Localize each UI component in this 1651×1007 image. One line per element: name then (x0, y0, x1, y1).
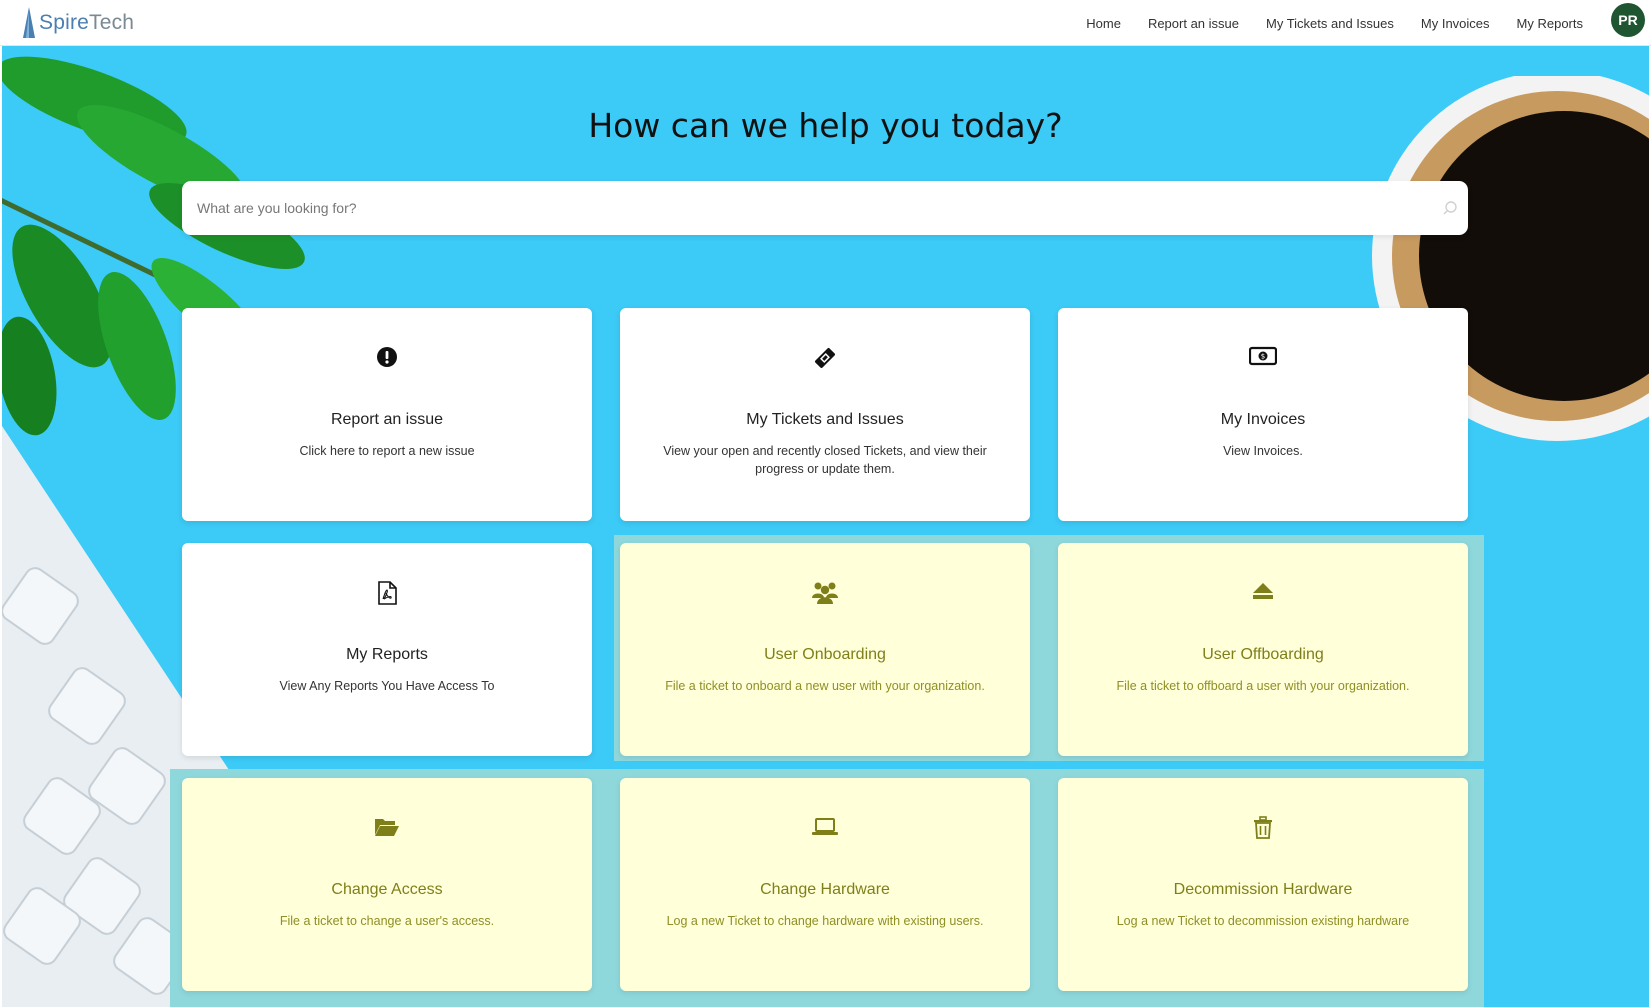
card-description: File a ticket to change a user's access. (279, 914, 495, 928)
card-description: View Invoices. (1223, 444, 1303, 458)
nav-home[interactable]: Home (1086, 16, 1121, 31)
card-change-access[interactable]: Change Access File a ticket to change a … (182, 778, 592, 991)
card-decommission-hardware[interactable]: Decommission Hardware Log a new Ticket t… (1058, 778, 1468, 991)
card-user-offboarding[interactable]: User Offboarding File a ticket to offboa… (1058, 543, 1468, 756)
card-title: User Offboarding (1202, 646, 1324, 663)
card-description: View your open and recently closed Ticke… (663, 444, 987, 476)
card-title: My Reports (346, 646, 428, 663)
spire-logo-icon (23, 7, 35, 38)
card-description: Log a new Ticket to decommission existin… (1116, 914, 1410, 928)
card-title: Change Access (331, 881, 443, 898)
svg-text:$: $ (1261, 353, 1265, 361)
folder-open-icon (182, 816, 592, 840)
spiretech-logo[interactable]: SpireTech (22, 6, 134, 40)
card-title: Change Hardware (760, 881, 890, 898)
search-bar (182, 181, 1468, 235)
logo-brand-a: Spire (39, 11, 90, 34)
card-title: Decommission Hardware (1173, 881, 1353, 898)
search-icon[interactable] (1442, 200, 1458, 216)
card-title: My Tickets and Issues (746, 411, 904, 428)
money-bill-icon: $ (1058, 346, 1468, 370)
search-input[interactable] (197, 188, 1397, 228)
nav-my-reports[interactable]: My Reports (1517, 16, 1583, 31)
card-my-invoices[interactable]: $ My Invoices View Invoices. (1058, 308, 1468, 521)
logo-brand-b: Tech (89, 11, 135, 34)
hero-section: How can we help you today? Report an iss… (2, 46, 1649, 1007)
logo-text: SpireTech (39, 11, 134, 35)
pdf-file-icon (182, 581, 592, 605)
card-description: File a ticket to onboard a new user with… (665, 679, 985, 693)
top-header: SpireTech Home Report an issue My Ticket… (0, 0, 1651, 46)
trash-icon (1058, 816, 1468, 840)
card-report-issue[interactable]: Report an issue Click here to report a n… (182, 308, 592, 521)
card-title: Report an issue (330, 411, 444, 428)
nav-my-tickets[interactable]: My Tickets and Issues (1266, 16, 1394, 31)
card-user-onboarding[interactable]: User Onboarding File a ticket to onboard… (620, 543, 1030, 756)
card-title: My Invoices (1220, 411, 1306, 428)
users-icon (620, 581, 1030, 605)
ticket-icon (620, 346, 1030, 370)
card-description: File a ticket to offboard a user with yo… (1116, 679, 1410, 693)
user-avatar[interactable]: PR (1611, 3, 1645, 37)
card-description: Log a new Ticket to change hardware with… (666, 914, 984, 928)
eject-icon (1058, 581, 1468, 605)
card-description: View Any Reports You Have Access To (279, 679, 495, 693)
laptop-icon (620, 816, 1030, 840)
card-description: Click here to report a new issue (299, 444, 475, 458)
card-my-reports[interactable]: My Reports View Any Reports You Have Acc… (182, 543, 592, 756)
page-headline: How can we help you today? (588, 106, 1063, 145)
card-title: User Onboarding (764, 646, 886, 663)
nav-my-invoices[interactable]: My Invoices (1421, 16, 1490, 31)
nav-report-issue[interactable]: Report an issue (1148, 16, 1239, 31)
exclamation-circle-icon (182, 346, 592, 370)
main-nav: Home Report an issue My Tickets and Issu… (1086, 0, 1583, 46)
card-my-tickets[interactable]: My Tickets and Issues View your open and… (620, 308, 1030, 521)
card-change-hardware[interactable]: Change Hardware Log a new Ticket to chan… (620, 778, 1030, 991)
